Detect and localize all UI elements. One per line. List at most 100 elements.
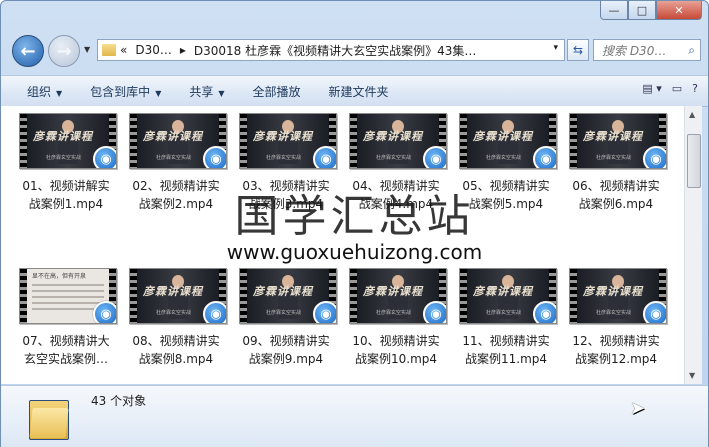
arrow-left-icon: ← [20, 40, 36, 62]
refresh-icon: ⇆ [572, 43, 584, 57]
forward-button[interactable]: → [48, 35, 80, 67]
share-label: 共享 [189, 84, 214, 99]
file-name-line2: 战案例4.mp4 [358, 197, 434, 211]
view-controls: ▤ ▾ ▭ ? [642, 82, 698, 95]
search-input[interactable]: 搜索 D30… ⌕ [593, 39, 701, 61]
file-name-line2: 战案例10.mp4 [354, 352, 438, 366]
minimize-button[interactable]: — [600, 1, 628, 20]
file-item[interactable]: 彦霖讲课程 杜彦霖玄空实战 ◉ 05、视频精讲实 战案例5.mp4 [453, 113, 559, 213]
file-item[interactable]: 彦霖讲课程 杜彦霖玄空实战 ◉ 10、视频精讲实 战案例10.mp4 [343, 268, 449, 368]
file-name: 01、视频讲解实 战案例1.mp4 [13, 177, 119, 213]
file-item[interactable]: 彦霖讲课程 杜彦霖玄空实战 ◉ 08、视频精讲实 战案例8.mp4 [123, 268, 229, 368]
file-name-line2: 战案例5.mp4 [468, 197, 544, 211]
video-thumbnail: 彦霖讲课程 杜彦霖玄空实战 ◉ [239, 113, 337, 169]
file-name: 11、视频精讲实 战案例11.mp4 [453, 332, 559, 368]
new-folder-button[interactable]: 新建文件夹 [315, 83, 403, 100]
scroll-down-icon[interactable]: ▼ [689, 371, 695, 380]
file-name: 12、视频精讲实 战案例12.mp4 [563, 332, 669, 368]
file-name-line1: 11、视频精讲实 [462, 334, 550, 348]
video-thumbnail: 彦霖讲课程 杜彦霖玄空实战 ◉ [459, 268, 557, 324]
include-in-library-menu[interactable]: 包含到库中 ▼ [76, 83, 175, 100]
scrollbar-thumb[interactable] [687, 134, 701, 188]
file-item[interactable]: 彦霖讲课程 杜彦霖玄空实战 ◉ 12、视频精讲实 战案例12.mp4 [563, 268, 669, 368]
address-overflow[interactable]: « [120, 43, 127, 57]
media-player-icon: ◉ [203, 146, 226, 168]
vertical-scrollbar[interactable]: ▲ ▼ [684, 106, 702, 384]
video-thumbnail: 彦霖讲课程 杜彦霖玄空实战 ◉ [569, 268, 667, 324]
search-icon: ⌕ [688, 43, 695, 57]
file-name-line2: 战案例6.mp4 [578, 197, 654, 211]
file-name-line1: 10、视频精讲实 [352, 334, 440, 348]
file-name-line2: 战案例1.mp4 [28, 197, 104, 211]
command-bar: 组织 ▼ 包含到库中 ▼ 共享 ▼ 全部播放 新建文件夹 ▤ ▾ ▭ ? [1, 75, 708, 107]
video-thumbnail: 彦霖讲课程 杜彦霖玄空实战 ◉ [129, 268, 227, 324]
view-options-icon[interactable]: ▤ ▾ [642, 82, 661, 95]
mouse-cursor-icon: ➤ [630, 398, 646, 419]
file-name: 06、视频精讲实 战案例6.mp4 [563, 177, 669, 213]
file-item[interactable]: 彦霖讲课程 杜彦霖玄空实战 ◉ 09、视频精讲实 战案例9.mp4 [233, 268, 339, 368]
share-menu[interactable]: 共享 ▼ [175, 83, 238, 100]
media-player-icon: ◉ [313, 146, 336, 168]
file-item[interactable]: 彦霖讲课程 杜彦霖玄空实战 ◉ 11、视频精讲实 战案例11.mp4 [453, 268, 559, 368]
file-name-line1: 01、视频讲解实 [22, 179, 110, 193]
media-player-icon: ◉ [643, 146, 666, 168]
file-name: 09、视频精讲实 战案例9.mp4 [233, 332, 339, 368]
folder-icon [29, 394, 69, 440]
file-name-line1: 08、视频精讲实 [132, 334, 220, 348]
include-label: 包含到库中 [90, 84, 151, 99]
file-list: 彦霖讲课程 杜彦霖玄空实战 ◉ 01、视频讲解实 战案例1.mp4 彦霖讲课程 杜彦霖玄空实… [1, 106, 684, 384]
item-count: 43 个对象 [91, 394, 147, 408]
folder-icon [102, 44, 116, 56]
file-item[interactable]: 彦霖讲课程 杜彦霖玄空实战 ◉ 01、视频讲解实 战案例1.mp4 [13, 113, 119, 213]
caption-buttons: — □ ✕ [600, 1, 702, 20]
help-icon[interactable]: ? [692, 82, 698, 95]
file-name-line1: 02、视频精讲实 [132, 179, 220, 193]
video-thumbnail: 彦霖讲课程 杜彦霖玄空实战 ◉ [569, 113, 667, 169]
back-button[interactable]: ← [12, 35, 44, 67]
media-player-icon: ◉ [533, 146, 556, 168]
file-name-line2: 战案例8.mp4 [138, 352, 214, 366]
video-thumbnail: 显不在高，但有开泉 ◉ [19, 268, 117, 324]
chevron-down-icon: ▼ [218, 88, 225, 98]
media-player-icon: ◉ [643, 301, 666, 323]
refresh-button[interactable]: ⇆ [567, 39, 589, 61]
file-item[interactable]: 彦霖讲课程 杜彦霖玄空实战 ◉ 04、视频精讲实 战案例4.mp4 [343, 113, 449, 213]
breadcrumb-separator[interactable]: ▸ [180, 43, 186, 57]
media-player-icon: ◉ [423, 301, 446, 323]
media-player-icon: ◉ [423, 146, 446, 168]
navigation-bar: ← → ▼ « D30… ▸ D30018 杜彦霖《视频精讲大玄空实战案例》43… [1, 31, 708, 71]
video-thumbnail: 彦霖讲课程 杜彦霖玄空实战 ◉ [349, 113, 447, 169]
close-button[interactable]: ✕ [656, 1, 702, 20]
play-all-button[interactable]: 全部播放 [239, 83, 315, 100]
file-name-line1: 07、视频精讲大 [22, 334, 110, 348]
breadcrumb-parent[interactable]: D30… [135, 43, 172, 57]
file-name-line1: 06、视频精讲实 [572, 179, 660, 193]
file-item[interactable]: 彦霖讲课程 杜彦霖玄空实战 ◉ 06、视频精讲实 战案例6.mp4 [563, 113, 669, 213]
file-item[interactable]: 彦霖讲课程 杜彦霖玄空实战 ◉ 03、视频精讲实 战案例3.mp4 [233, 113, 339, 213]
file-name-line1: 09、视频精讲实 [242, 334, 330, 348]
file-name: 05、视频精讲实 战案例5.mp4 [453, 177, 559, 213]
file-name-line2: 战案例12.mp4 [574, 352, 658, 366]
file-name: 10、视频精讲实 战案例10.mp4 [343, 332, 449, 368]
preview-pane-icon[interactable]: ▭ [672, 82, 682, 95]
breadcrumb-current[interactable]: D30018 杜彦霖《视频精讲大玄空实战案例》43集… [194, 42, 477, 59]
organize-menu[interactable]: 组织 ▼ [1, 83, 76, 100]
media-player-icon: ◉ [533, 301, 556, 323]
media-player-icon: ◉ [93, 301, 116, 323]
video-thumbnail: 彦霖讲课程 杜彦霖玄空实战 ◉ [19, 113, 117, 169]
recent-pages-dropdown[interactable]: ▼ [84, 45, 90, 54]
file-name-line2: 玄空实战案例… [23, 352, 108, 366]
file-name: 04、视频精讲实 战案例4.mp4 [343, 177, 449, 213]
chevron-down-icon: ▼ [155, 88, 162, 98]
scroll-up-icon[interactable]: ▲ [689, 110, 695, 119]
file-item[interactable]: 显不在高，但有开泉 ◉ 07、视频精讲大 玄空实战案例… [13, 268, 119, 368]
media-player-icon: ◉ [93, 146, 116, 168]
maximize-button[interactable]: □ [628, 1, 656, 20]
file-name: 08、视频精讲实 战案例8.mp4 [123, 332, 229, 368]
arrow-right-icon: → [56, 40, 72, 62]
file-item[interactable]: 彦霖讲课程 杜彦霖玄空实战 ◉ 02、视频精讲实 战案例2.mp4 [123, 113, 229, 213]
address-dropdown-icon[interactable]: ▾ [553, 43, 558, 53]
file-name-line2: 战案例3.mp4 [248, 197, 324, 211]
file-name: 02、视频精讲实 战案例2.mp4 [123, 177, 229, 213]
address-bar[interactable]: « D30… ▸ D30018 杜彦霖《视频精讲大玄空实战案例》43集… ▾ [97, 39, 565, 61]
